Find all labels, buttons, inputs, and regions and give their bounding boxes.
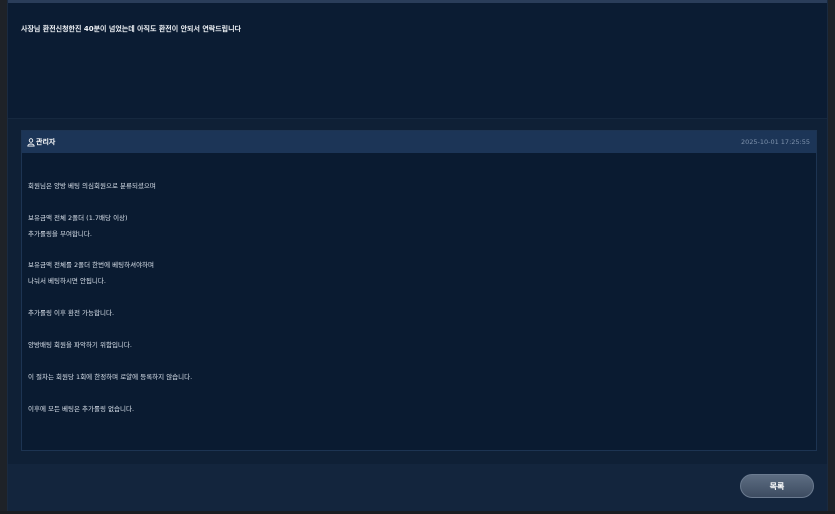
answer-author: 관리자 [27,137,55,147]
footer-bar [8,464,827,514]
answer-line: 양방배팅 회원을 파악하기 위함입니다. [28,341,132,349]
answer-line: 보유금액 전체를 2폴더 한번에 베팅하셔야하며 [28,261,155,269]
author-name: 관리자 [36,138,56,146]
answer-line: 보유금액 전체 2폴더 (1.7배당 이상) [28,214,128,222]
question-text: 사장님 환전신청한진 40분이 넘었는데 아직도 환전이 안되서 연락드립니다 [21,25,241,33]
answer-timestamp: 2025-10-01 17:25:55 [740,138,810,146]
answer-line: 나눠서 베팅하시면 안됩니다. [28,277,106,285]
answer-line: 이 절차는 회원당 1회에 한정하며 로얄에 등록하지 않습니다. [28,373,193,381]
person-icon [27,137,35,147]
divider [8,118,827,119]
answer-body: 회원님은 양방 베팅 의심회원으로 분류되셨으며 보유금액 전체 2폴더 (1.… [28,153,808,449]
question-panel: 사장님 환전신청한진 40분이 넘었는데 아직도 환전이 안되서 연락드립니다 [8,0,827,118]
answer-header: 관리자 2025-10-01 17:25:55 [22,131,816,153]
board-view: 사장님 환전신청한진 40분이 넘었는데 아직도 환전이 안되서 연락드립니다 … [8,0,827,514]
answer-line: 추가롤링을 부여합니다. [28,230,92,238]
answer-line: 추가롤링 이후 환전 가능합니다. [28,309,115,317]
answer-panel: 관리자 2025-10-01 17:25:55 회원님은 양방 베팅 의심회원으… [21,130,817,451]
list-button[interactable]: 목록 [740,474,814,498]
answer-line: 회원님은 양방 베팅 의심회원으로 분류되셨으며 [28,182,156,190]
answer-line: 이후에 모든 베팅은 추가롤링 없습니다. [28,405,135,413]
page: 사장님 환전신청한진 40분이 넘었는데 아직도 환전이 안되서 연락드립니다 … [0,0,835,514]
